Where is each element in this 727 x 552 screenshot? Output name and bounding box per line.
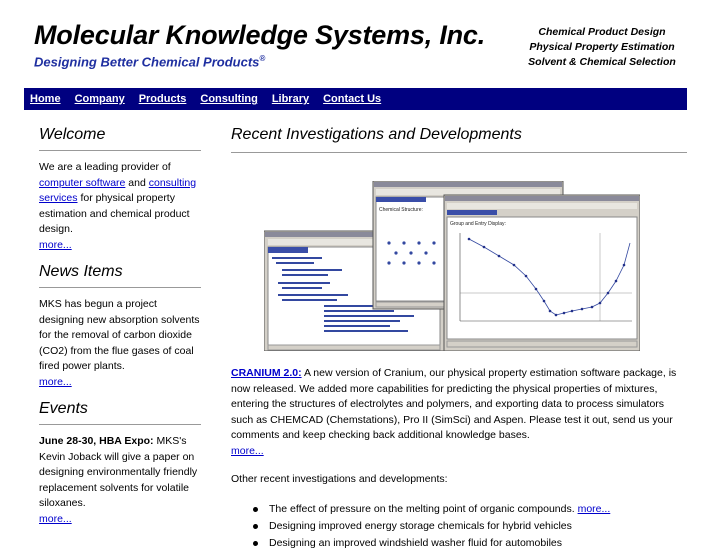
events-text: June 28-30, HBA Expo: MKS's Kevin Joback… xyxy=(39,434,201,527)
service-item: Physical Property Estimation xyxy=(529,41,675,53)
service-item: Solvent & Chemical Selection xyxy=(528,56,676,68)
events-section: Events June 28-30, HBA Expo: MKS's Kevin… xyxy=(39,400,201,527)
software-screenshot: Chemical Structure: Group and Entry Disp… xyxy=(263,180,641,352)
nav-consulting-link[interactable]: Consulting xyxy=(200,93,257,105)
events-heading: Events xyxy=(39,400,201,425)
list-item-text: Designing improved energy storage chemic… xyxy=(269,520,572,532)
welcome-text-a: We are a leading provider of xyxy=(39,161,171,173)
list-item-text: The effect of pressure on the melting po… xyxy=(269,503,575,515)
welcome-text-b: and xyxy=(128,176,146,189)
welcome-heading: Welcome xyxy=(39,126,201,151)
cranium-paragraph: CRANIUM 2.0: A new version of Cranium, o… xyxy=(231,366,687,459)
tagline-text: Designing Better Chemical Products xyxy=(34,54,260,70)
news-text: MKS has begun a project designing new ab… xyxy=(39,297,201,390)
list-item: The effect of pressure on the melting po… xyxy=(253,501,610,518)
software-screenshot-image: Chemical Structure: Group and Entry Disp… xyxy=(263,180,641,352)
welcome-text: We are a leading provider of computer so… xyxy=(39,160,201,253)
cranium-link[interactable]: CRANIUM 2.0: xyxy=(231,367,302,379)
cranium-more-link[interactable]: more... xyxy=(231,445,264,457)
news-heading: News Items xyxy=(39,263,201,288)
nav-contact-link[interactable]: Contact Us xyxy=(323,93,381,105)
main-heading: Recent Investigations and Developments xyxy=(231,126,687,153)
tagline: Designing Better Chemical Products® xyxy=(34,54,265,69)
nav-library-link[interactable]: Library xyxy=(272,93,309,105)
nav-company-link[interactable]: Company xyxy=(75,93,125,105)
service-item: Chemical Product Design xyxy=(538,26,666,38)
news-section: News Items MKS has begun a project desig… xyxy=(39,263,201,390)
nav-bar: Home Company Products Consulting Library… xyxy=(24,88,687,110)
registered-mark: ® xyxy=(259,54,266,63)
nav-home-link[interactable]: Home xyxy=(30,93,61,105)
list-item: Designing improved energy storage chemic… xyxy=(253,518,610,535)
news-more-link[interactable]: more... xyxy=(39,376,72,388)
other-intro: Other recent investigations and developm… xyxy=(231,473,448,485)
sidebar: Welcome We are a leading provider of com… xyxy=(39,126,201,537)
nav-products-link[interactable]: Products xyxy=(139,93,187,105)
computer-software-link[interactable]: computer software xyxy=(39,177,125,189)
main-content: Recent Investigations and Developments C… xyxy=(231,126,687,549)
developments-list: The effect of pressure on the melting po… xyxy=(253,501,610,552)
news-body: MKS has begun a project designing new ab… xyxy=(39,298,200,372)
site-title: Molecular Knowledge Systems, Inc. xyxy=(34,20,486,50)
list-item: Designing an improved windshield washer … xyxy=(253,535,610,552)
events-more-link[interactable]: more... xyxy=(39,513,72,525)
win2-title: Group and Entry Display: xyxy=(450,221,506,227)
event-title: June 28-30, HBA Expo: xyxy=(39,435,154,447)
win1-title: Chemical Structure: xyxy=(379,207,423,213)
welcome-section: Welcome We are a leading provider of com… xyxy=(39,126,201,253)
welcome-more-link[interactable]: more... xyxy=(39,239,72,251)
list-item-text: Designing an improved windshield washer … xyxy=(269,537,562,549)
services-list: Chemical Product Design Physical Propert… xyxy=(520,25,684,70)
list-item-more-link[interactable]: more... xyxy=(578,503,611,515)
